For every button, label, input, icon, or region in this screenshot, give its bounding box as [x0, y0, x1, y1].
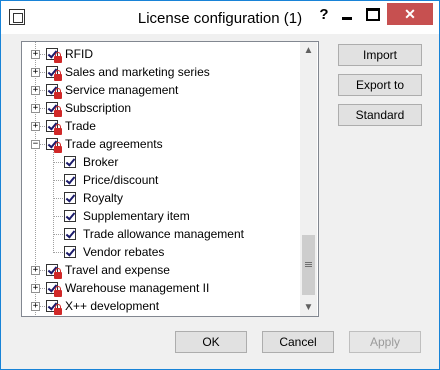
checkbox[interactable] [64, 156, 76, 168]
lock-icon [54, 70, 62, 81]
tree-item-label: Sales and marketing series [65, 65, 210, 79]
tree-item-label: X++ development [65, 299, 160, 313]
scroll-thumb[interactable] [302, 235, 315, 295]
cancel-button[interactable]: Cancel [262, 331, 334, 353]
tree-item[interactable]: + Service management [22, 81, 300, 99]
checkbox[interactable] [64, 228, 76, 240]
scroll-up-icon[interactable]: ▲ [300, 42, 317, 59]
maximize-icon [366, 7, 380, 21]
help-button[interactable]: ? [311, 3, 337, 25]
tree-item-label: Trade [65, 119, 96, 133]
tree-item[interactable]: Supplementary item [22, 207, 300, 225]
checkbox[interactable] [64, 192, 76, 204]
tree-item[interactable]: Trade allowance management [22, 225, 300, 243]
tree-item-label: Vendor rebates [83, 245, 165, 259]
apply-button[interactable]: Apply [349, 331, 421, 353]
collapse-icon[interactable]: − [31, 140, 40, 149]
checkbox[interactable] [64, 210, 76, 222]
tree-item[interactable]: + RFID [22, 45, 300, 63]
checkbox[interactable] [64, 174, 76, 186]
expand-icon[interactable]: + [31, 122, 40, 131]
import-button[interactable]: Import [338, 44, 422, 66]
tree-item[interactable]: + Warehouse management II [22, 279, 300, 297]
lock-icon [54, 142, 62, 153]
tree-item[interactable]: Vendor rebates [22, 243, 300, 261]
tree-item-label: Trade agreements [65, 137, 163, 151]
lock-icon [54, 124, 62, 135]
tree-item-label: Broker [83, 155, 119, 169]
license-tree[interactable]: + RFID + Sales and marketing series + Service… [21, 41, 319, 317]
tree-item-label: RFID [65, 47, 93, 61]
tree-item-label: Trade allowance management [83, 227, 244, 241]
lock-icon [54, 304, 62, 315]
tree-item-label: Service management [65, 83, 179, 97]
tree-item-label: Subscription [65, 101, 132, 115]
tree-item[interactable]: Broker [22, 153, 300, 171]
lock-icon [54, 52, 62, 63]
expand-icon[interactable]: + [31, 50, 40, 59]
expand-icon[interactable]: + [31, 266, 40, 275]
lock-icon [54, 286, 62, 297]
tree-item[interactable]: + Subscription [22, 99, 300, 117]
expand-icon[interactable]: + [31, 86, 40, 95]
tree-item[interactable]: + X++ development [22, 297, 300, 315]
close-button[interactable]: ✕ [387, 3, 433, 25]
ok-button[interactable]: OK [175, 331, 247, 353]
tree-item-label: Warehouse management II [65, 281, 210, 295]
minimize-icon [342, 16, 352, 20]
license-configuration-dialog: License configuration (1) ? ✕ + RFID + Sale… [0, 0, 440, 370]
tree-item-label: Travel and expense [65, 263, 170, 277]
tree-item[interactable]: + Travel and expense [22, 261, 300, 279]
expand-icon[interactable]: + [31, 302, 40, 311]
tree-item[interactable]: − Trade agreements [22, 135, 300, 153]
tree-item[interactable]: Price/discount [22, 171, 300, 189]
title-bar: License configuration (1) ? ✕ [1, 1, 439, 34]
expand-icon[interactable]: + [31, 104, 40, 113]
minimize-button[interactable] [335, 3, 359, 25]
tree-item-label: Supplementary item [83, 209, 190, 223]
lock-icon [54, 88, 62, 99]
maximize-button[interactable] [361, 3, 385, 25]
tree-scrollbar[interactable]: ▲ ▼ [300, 42, 317, 316]
tree-item[interactable]: + Sales and marketing series [22, 63, 300, 81]
checkbox[interactable] [64, 246, 76, 258]
tree-item[interactable]: + Trade [22, 117, 300, 135]
tree-item[interactable]: Royalty [22, 189, 300, 207]
standard-button[interactable]: Standard [338, 104, 422, 126]
tree-item-label: Royalty [83, 191, 124, 205]
expand-icon[interactable]: + [31, 68, 40, 77]
expand-icon[interactable]: + [31, 284, 40, 293]
export-to-button[interactable]: Export to [338, 74, 422, 96]
lock-icon [54, 106, 62, 117]
scroll-down-icon[interactable]: ▼ [300, 299, 317, 316]
tree-item-label: Price/discount [83, 173, 159, 187]
lock-icon [54, 268, 62, 279]
